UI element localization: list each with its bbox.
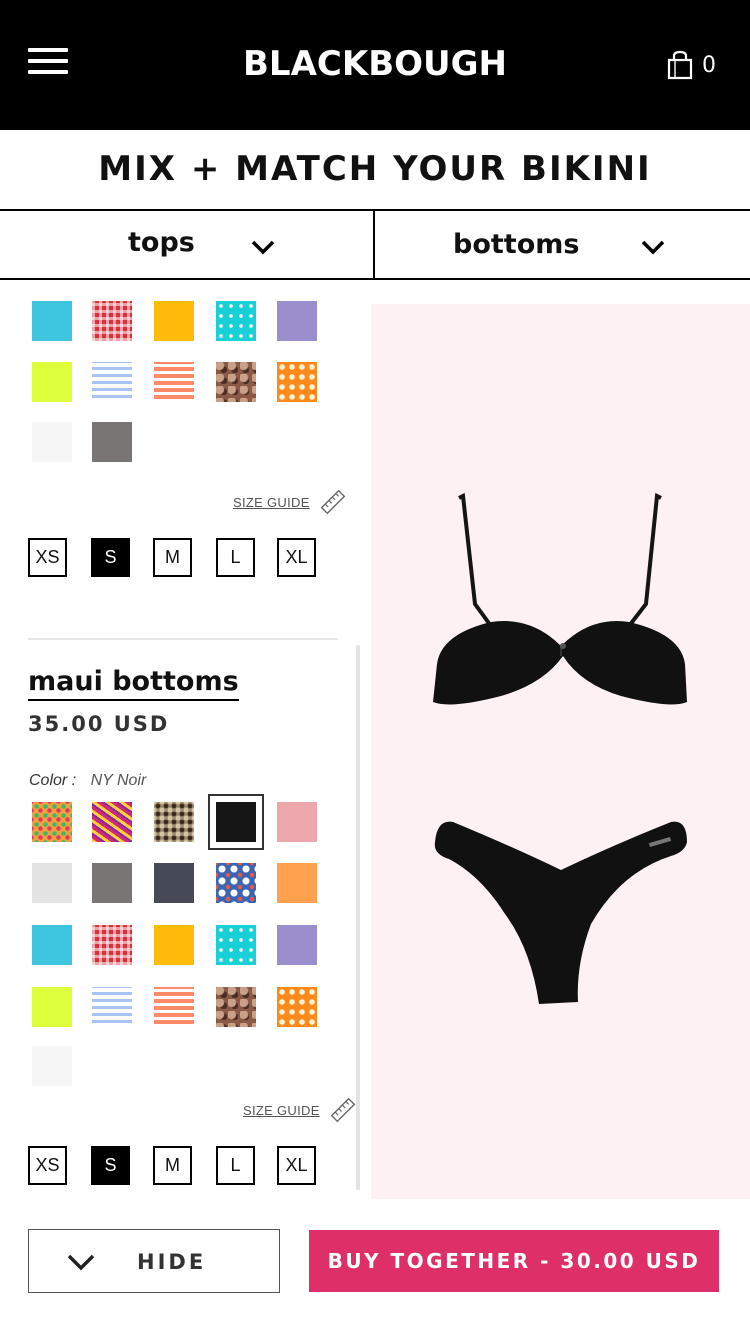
swatch-golden-yellow[interactable] — [154, 301, 194, 341]
bikini-preview-image — [433, 492, 687, 1004]
tab-bottoms[interactable]: bottoms — [375, 211, 750, 278]
color-value: NY Noir — [90, 772, 147, 789]
product-name-link[interactable]: maui bottoms — [28, 666, 239, 701]
size-option-m[interactable]: M — [153, 538, 192, 577]
swatch-snake-print[interactable] — [216, 362, 256, 402]
chevron-down-icon — [251, 240, 275, 255]
app-header: BLACKBOUGH 0 — [0, 0, 750, 130]
size-option-s[interactable]: S — [91, 1146, 130, 1185]
swatch-orange-geo[interactable] — [277, 362, 317, 402]
hide-button[interactable]: HIDE — [28, 1229, 280, 1293]
tab-tops[interactable]: tops — [0, 211, 375, 278]
swatch-blush-pink[interactable] — [277, 802, 317, 842]
hide-button-label: HIDE — [137, 1250, 207, 1274]
ruler-icon — [320, 489, 345, 515]
size-option-l[interactable]: L — [216, 1146, 255, 1185]
swatch-lavender[interactable] — [277, 301, 317, 341]
section-divider — [28, 638, 338, 640]
swatch-sky-blue[interactable] — [32, 301, 72, 341]
swatch-grey[interactable] — [92, 863, 132, 903]
swatch-aqua-polka[interactable] — [216, 925, 256, 965]
size-option-xs[interactable]: XS — [28, 538, 67, 577]
swatch-neon-lime[interactable] — [32, 987, 72, 1027]
tab-tops-label: tops — [128, 227, 195, 258]
product-price: 35.00 USD — [28, 712, 170, 736]
size-option-m[interactable]: M — [153, 1146, 192, 1185]
bikini-bottom-shape — [434, 821, 687, 1004]
swatch-leopard[interactable] — [154, 802, 194, 842]
cart-count: 0 — [702, 52, 716, 78]
swatch-red-gingham[interactable] — [92, 925, 132, 965]
ruler-icon — [330, 1097, 355, 1123]
swatch-neon-lime[interactable] — [32, 362, 72, 402]
size-option-l[interactable]: L — [216, 538, 255, 577]
swatch-aqua-polka[interactable] — [216, 301, 256, 341]
tops-size-guide-link[interactable]: SIZE GUIDE — [233, 489, 346, 515]
size-option-xl[interactable]: XL — [277, 1146, 316, 1185]
swatch-snake-print[interactable] — [216, 987, 256, 1027]
swatch-grey[interactable] — [92, 422, 132, 462]
swatch-orange[interactable] — [277, 863, 317, 903]
panel-scrollbar[interactable] — [356, 645, 360, 1190]
size-option-xs[interactable]: XS — [28, 1146, 67, 1185]
swatch-zebra-pink[interactable] — [92, 802, 132, 842]
swatch-tropical-leaf[interactable] — [216, 863, 256, 903]
swatch-charcoal[interactable] — [154, 863, 194, 903]
size-guide-label: SIZE GUIDE — [243, 1102, 320, 1118]
size-option-s[interactable]: S — [91, 538, 130, 577]
color-label: Color : — [29, 772, 77, 789]
swatch-coral-stripe[interactable] — [154, 362, 194, 402]
page-title: MIX + MATCH YOUR BIKINI — [98, 149, 652, 189]
swatch-red-gingham[interactable] — [92, 301, 132, 341]
swatch-floral-multi[interactable] — [32, 802, 72, 842]
category-tabs: tops bottoms — [0, 209, 750, 280]
tab-bottoms-label: bottoms — [453, 229, 580, 260]
cart-button[interactable]: 0 — [666, 48, 736, 82]
bikini-top-shape — [433, 621, 687, 705]
swatch-light-grey[interactable] — [32, 863, 72, 903]
swatch-white[interactable] — [32, 1046, 72, 1086]
bottoms-size-guide-link[interactable]: SIZE GUIDE — [243, 1097, 356, 1123]
bikini-preview — [371, 304, 750, 1199]
swatch-lavender[interactable] — [277, 925, 317, 965]
selected-color-line: Color : NY Noir — [29, 772, 146, 790]
chevron-down-icon — [641, 240, 665, 255]
size-guide-label: SIZE GUIDE — [233, 494, 310, 510]
swatch-sky-blue[interactable] — [32, 925, 72, 965]
swatch-golden-yellow[interactable] — [154, 925, 194, 965]
swatch-blue-stripe[interactable] — [92, 987, 132, 1027]
swatch-ny-noir[interactable] — [208, 794, 264, 850]
swatch-orange-geo[interactable] — [277, 987, 317, 1027]
shopping-bag-icon — [667, 50, 693, 80]
brand-logo[interactable]: BLACKBOUGH — [0, 44, 750, 84]
chevron-down-icon — [67, 1254, 95, 1271]
size-option-xl[interactable]: XL — [277, 538, 316, 577]
swatch-blue-stripe[interactable] — [92, 362, 132, 402]
buy-together-button[interactable]: BUY TOGETHER - 30.00 USD — [309, 1230, 719, 1292]
swatch-white[interactable] — [32, 422, 72, 462]
swatch-coral-stripe[interactable] — [154, 987, 194, 1027]
